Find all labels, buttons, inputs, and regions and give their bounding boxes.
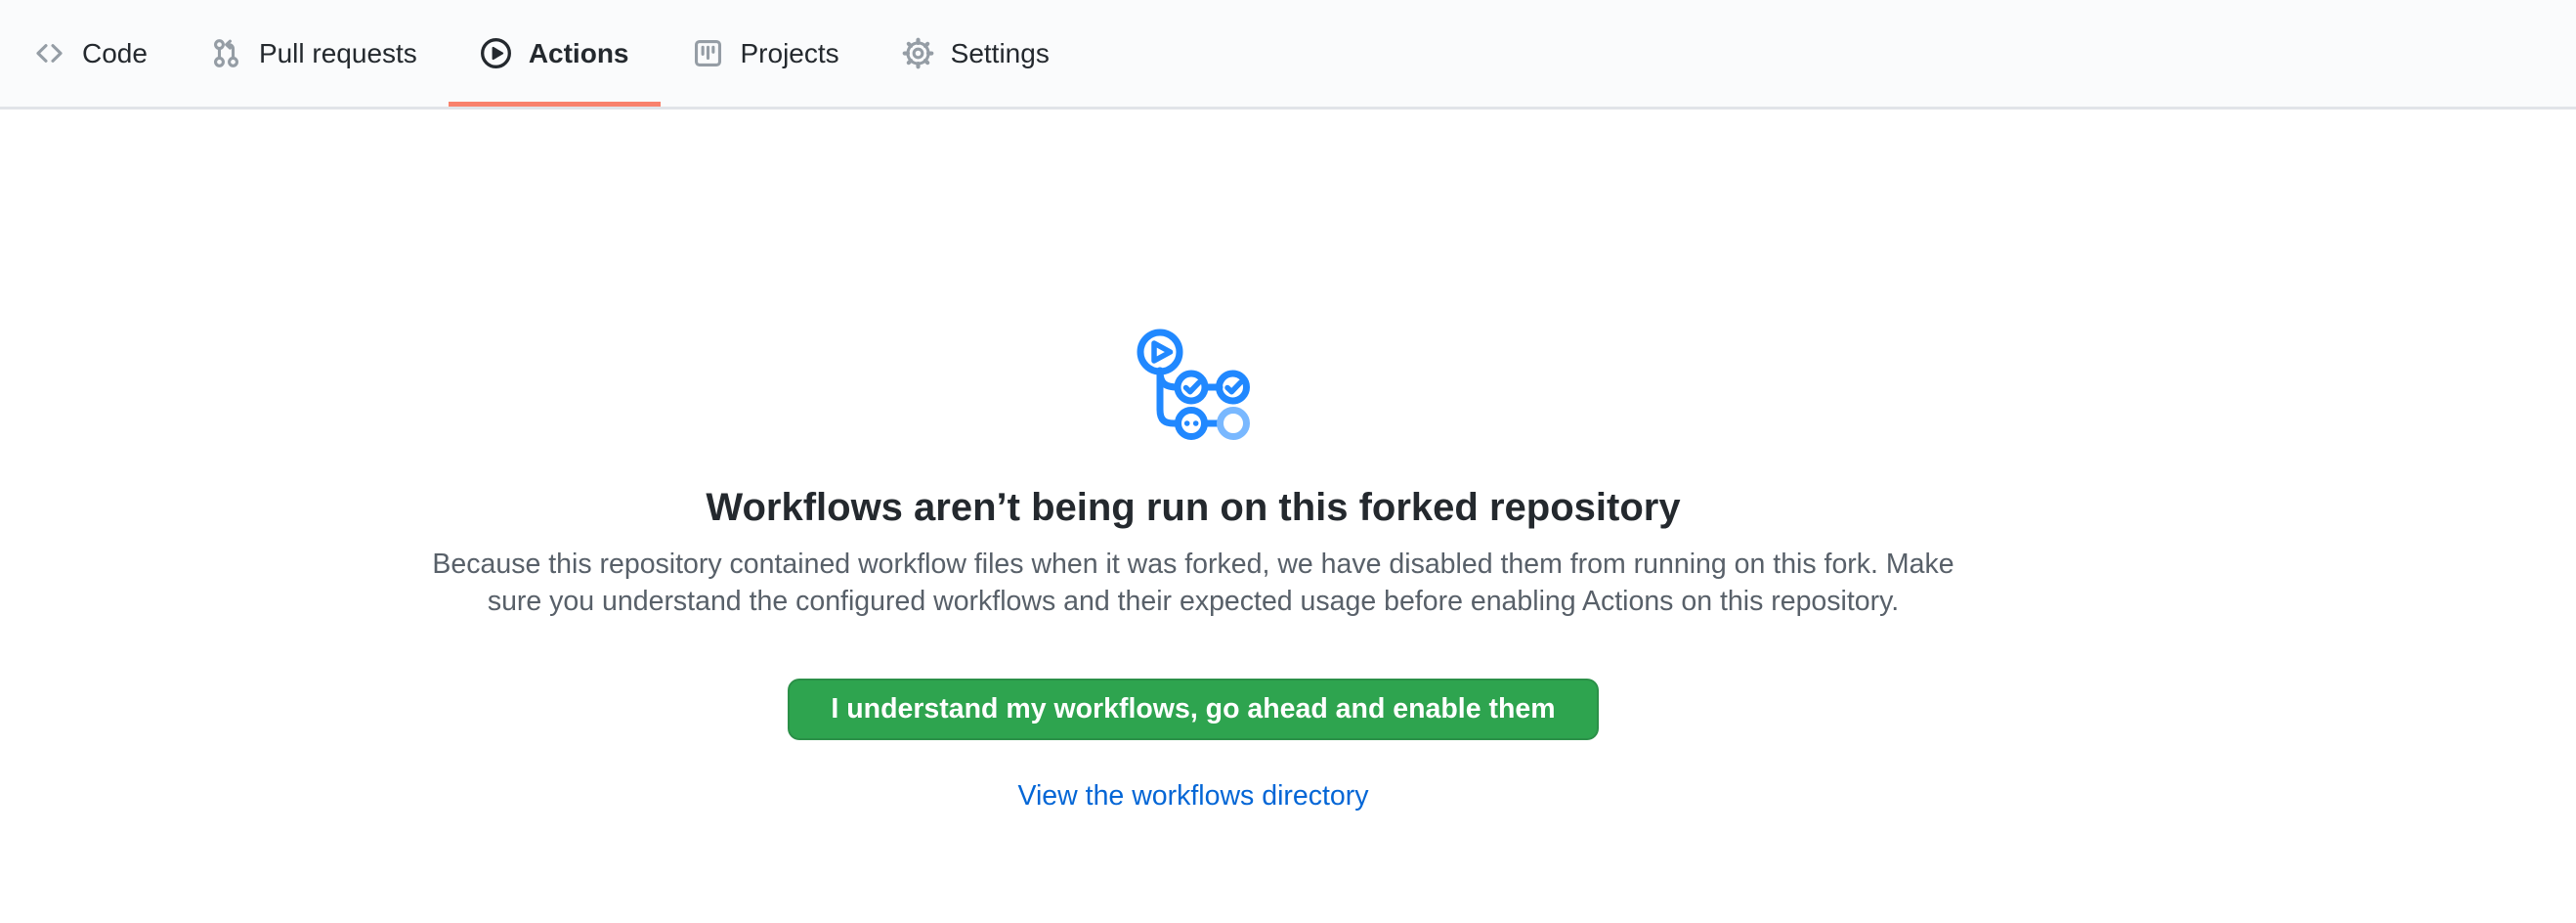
description-line-1: Because this repository contained workfl… [0,546,2386,583]
empty-state-title: Workflows aren’t being run on this forke… [0,483,2386,532]
code-icon [33,37,65,69]
workflow-graph-icon [1138,329,1249,440]
project-icon [692,37,724,69]
tab-code-label: Code [82,40,148,67]
empty-state-description: Because this repository contained workfl… [0,546,2386,620]
tab-settings[interactable]: Settings [871,0,1081,107]
description-line-2: sure you understand the configured workf… [0,583,2386,620]
tab-code[interactable]: Code [2,0,179,107]
tab-pull-requests-label: Pull requests [259,40,417,67]
gear-icon [902,37,934,69]
tab-actions[interactable]: Actions [449,0,661,107]
enable-workflows-button[interactable]: I understand my workflows, go ahead and … [788,679,1598,740]
play-circle-icon [480,37,512,69]
tab-settings-label: Settings [951,40,1050,67]
tab-projects-label: Projects [741,40,839,67]
tab-pull-requests[interactable]: Pull requests [179,0,449,107]
git-pull-request-icon [210,37,242,69]
repo-tab-bar: Code Pull requests Actions [0,0,2576,110]
main-content: Workflows aren’t being run on this forke… [0,110,2386,813]
actions-disabled-blankslate: Workflows aren’t being run on this forke… [0,110,2386,813]
tab-projects[interactable]: Projects [661,0,871,107]
tab-actions-label: Actions [529,40,629,67]
view-workflows-directory-link[interactable]: View the workflows directory [0,779,2386,813]
